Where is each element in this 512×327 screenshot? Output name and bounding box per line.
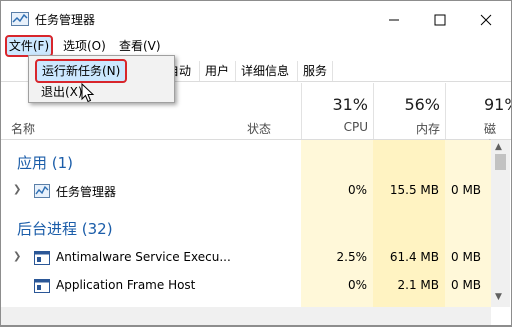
process-disk: 0 MB (451, 278, 482, 292)
process-cpu: 0% (347, 278, 367, 292)
memory-total: 56% (404, 95, 440, 114)
scroll-up-icon[interactable]: ▲ (495, 142, 502, 152)
process-memory: 61.4 MB (389, 250, 439, 264)
disk-total: 91% (484, 95, 511, 114)
chevron-right-icon[interactable]: ❯ (13, 251, 21, 262)
close-button[interactable] (463, 7, 509, 33)
scrollbar-thumb[interactable] (495, 154, 506, 170)
menu-view[interactable]: 查看(V) (115, 37, 165, 55)
window-title: 任务管理器 (35, 13, 96, 27)
tab-details[interactable]: 详细信息 (235, 61, 294, 81)
table-row[interactable]: Application Frame Host 0% 2.1 MB 0 MB (1, 272, 491, 300)
process-disk: 0 MB (451, 183, 482, 197)
column-disk[interactable]: 91% 磁盘 (445, 83, 511, 153)
process-cpu: 2.5% (336, 250, 368, 264)
process-name: Application Frame Host (56, 278, 196, 292)
process-list: 应用 (1) ❯ 任务管理器 0% 15.5 MB 0 MB 后台进程 (32)… (1, 140, 491, 325)
task-manager-icon (34, 184, 50, 198)
process-disk: 0 MB (451, 250, 482, 264)
chevron-right-icon[interactable]: ❯ (13, 184, 21, 195)
menu-file[interactable]: 文件(F) (5, 35, 53, 57)
service-window-icon (34, 279, 50, 293)
maximize-button[interactable] (417, 7, 463, 33)
menu-options[interactable]: 选项(O) (59, 37, 110, 55)
memory-label: 内存 (415, 122, 440, 136)
process-cpu: 0% (347, 183, 367, 197)
column-name[interactable]: 名称 (11, 120, 35, 137)
column-cpu[interactable]: 31% CPU (301, 83, 374, 139)
section-apps: 应用 (1) (17, 154, 74, 172)
close-icon (480, 14, 492, 26)
minimize-button[interactable] (371, 7, 417, 33)
tab-services[interactable]: 服务 (297, 61, 334, 81)
cpu-label: CPU (343, 120, 368, 134)
column-memory[interactable]: 56% 内存 (373, 83, 446, 139)
section-background: 后台进程 (32) (17, 220, 113, 238)
task-manager-window: 任务管理器 文件(F) 选项(O) 查看(V) 自动 用户 详细信息 服务 名称… (0, 0, 512, 327)
horizontal-scrollbar[interactable] (1, 307, 491, 325)
process-memory: 2.1 MB (397, 278, 439, 292)
scroll-down-icon[interactable]: ▼ (495, 292, 502, 302)
minimize-icon (389, 19, 399, 21)
title-bar[interactable]: 任务管理器 (1, 1, 511, 35)
process-memory: 15.5 MB (389, 183, 439, 197)
task-manager-icon (11, 12, 29, 26)
menu-bar: 文件(F) 选项(O) 查看(V) (1, 35, 511, 57)
process-name: 任务管理器 (56, 185, 117, 199)
table-row[interactable]: ❯ 任务管理器 0% 15.5 MB 0 MB (1, 177, 491, 205)
table-row[interactable]: ❯ Antimalware Service Execu... 2.5% 61.4… (1, 244, 491, 272)
file-menu-dropdown: 运行新任务(N) 退出(X) (28, 55, 175, 103)
cpu-total: 31% (332, 95, 368, 114)
vertical-scrollbar[interactable]: ▲ ▼ (491, 140, 510, 307)
service-window-icon (34, 251, 50, 265)
tab-users[interactable]: 用户 (199, 61, 234, 81)
run-new-task-item[interactable]: 运行新任务(N) (35, 59, 128, 83)
maximize-icon (434, 14, 446, 26)
process-name: Antimalware Service Execu... (56, 250, 231, 264)
column-status[interactable]: 状态 (247, 120, 271, 137)
mouse-cursor-icon (81, 83, 95, 103)
